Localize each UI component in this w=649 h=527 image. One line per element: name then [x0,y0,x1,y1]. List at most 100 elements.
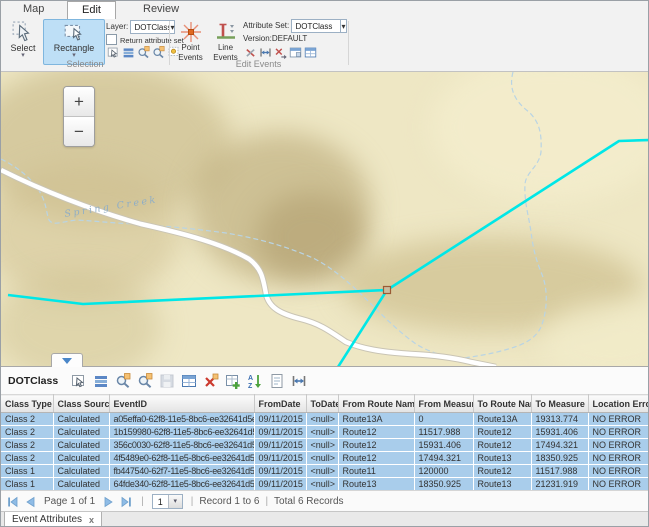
cell-class-type: Class 1 [1,478,53,491]
column-header[interactable]: To Route Name [473,395,531,413]
cell-from-route: Route12 [338,452,414,465]
pagination-bar: Page 1 of 1 | 1 ▾ | Record 1 to 6 | Tota… [1,490,649,512]
column-header[interactable]: To Measure [531,395,588,413]
measure-extent-icon[interactable] [291,373,307,389]
return-attribute-checkbox[interactable] [106,34,117,45]
column-header[interactable]: FromDate [254,395,306,413]
tab-map[interactable]: Map [9,1,58,17]
page-number-combobox[interactable]: 1 ▾ [152,494,183,509]
cell-to-date: <null> [306,426,338,439]
panel-title: DOTClass [8,375,58,387]
cell-from-route: Route11 [338,465,414,478]
zoom-in-button[interactable]: + [64,87,94,117]
zoom-to-record-icon[interactable] [115,373,131,389]
table-row[interactable]: Class 2 Calculated 4f5489e0-62f8-11e5-8b… [1,452,649,465]
cell-event-id: 4f5489e0-62f8-11e5-8bc6-ee32641d5ec9 [109,452,254,465]
add-record-icon[interactable] [225,373,241,389]
sort-records-icon[interactable] [247,373,263,389]
edit-events-mini-toolbar [244,46,317,59]
column-header[interactable]: Location Error [588,395,649,413]
attribute-set-field: Attribute Set: DOTClass ▾ [243,19,347,33]
table-view-icon[interactable] [181,373,197,389]
split-event-icon[interactable] [244,46,257,59]
save-edits-icon[interactable] [159,373,175,389]
total-records-text: Total 6 Records [274,496,343,507]
cell-event-id: fb447540-62f7-11e5-8bc6-ee32641d5ec9 [109,465,254,478]
cell-to-date: <null> [306,439,338,452]
column-header[interactable]: EventID [109,395,254,413]
cell-from-measure: 120000 [414,465,473,478]
last-page-icon[interactable] [120,496,132,508]
next-page-icon[interactable] [102,496,114,508]
cell-location-error: NO ERROR [588,465,649,478]
zoom-to-selection-icon[interactable] [137,46,150,59]
cell-from-date: 09/11/2015 [254,478,306,491]
event-panel-icon[interactable] [289,46,302,59]
layer-combobox[interactable]: DOTClass [130,20,170,34]
group-separator [348,21,349,65]
cell-class-source: Calculated [53,452,109,465]
table-row[interactable]: Class 2 Calculated a05effa0-62f8-11e5-8b… [1,413,649,426]
measure-range-icon[interactable] [259,46,272,59]
point-events-icon [179,21,203,43]
attribute-set-combobox[interactable]: DOTClass [291,19,341,33]
cell-event-id: a05effa0-62f8-11e5-8bc6-ee32641d5ec9 [109,413,254,426]
column-header[interactable]: Class Type [1,395,53,413]
zoom-out-button[interactable]: − [64,117,94,146]
cell-class-type: Class 2 [1,426,53,439]
attribute-set-dropdown-button[interactable]: ▾ [341,19,346,33]
select-records-icon[interactable] [71,373,87,389]
tab-event-attributes[interactable]: Event Attributes x [4,512,102,527]
first-page-icon[interactable] [7,496,19,508]
version-text: Version:DEFAULT [243,34,307,43]
selection-group: Select ▾ Rectangle ▾ Layer: DOTClass ▾ R… [3,18,167,70]
delete-record-icon[interactable] [203,373,219,389]
cell-to-route: Route13 [473,452,531,465]
map-zoom-control: + − [63,86,95,147]
pan-to-record-icon[interactable] [137,373,153,389]
page-number-value: 1 [153,497,168,507]
cell-to-measure: 21231.919 [531,478,588,491]
cell-class-source: Calculated [53,439,109,452]
table-row[interactable]: Class 1 Calculated fb447540-62f7-11e5-8b… [1,465,649,478]
pan-to-selection-icon[interactable] [152,46,165,59]
table-row[interactable]: Class 2 Calculated 1b159980-62f8-11e5-8b… [1,426,649,439]
selection-list-icon[interactable] [122,46,135,59]
panel-collapse-button[interactable] [51,353,83,367]
cell-event-id: 356c0030-62f8-11e5-8bc6-ee32641d5ec9 [109,439,254,452]
table-row[interactable]: Class 1 Calculated 64fde340-62f8-11e5-8b… [1,478,649,491]
column-header[interactable]: From Measure [414,395,473,413]
separator: | [191,496,194,507]
cell-to-date: <null> [306,413,338,426]
snap-event-icon[interactable] [274,46,287,59]
select-features-icon[interactable] [107,46,120,59]
route-event-line-west [8,290,387,304]
tab-review[interactable]: Review [129,1,193,17]
table-row[interactable]: Class 2 Calculated 356c0030-62f8-11e5-8b… [1,439,649,452]
route-event-line-south [338,290,387,366]
tab-edit[interactable]: Edit [67,1,116,19]
attribute-set-label: Attribute Set: [243,21,289,30]
notes-page-icon[interactable] [269,373,285,389]
attribute-list-icon[interactable] [93,373,109,389]
page-dropdown-button[interactable]: ▾ [168,495,182,508]
cell-from-measure: 15931.406 [414,439,473,452]
selection-group-label: Selection [3,59,167,69]
cell-class-type: Class 1 [1,465,53,478]
close-tab-icon[interactable]: x [89,515,94,525]
cell-from-route: Route13A [338,413,414,426]
column-header[interactable]: From Route Name [338,395,414,413]
cell-from-date: 09/11/2015 [254,413,306,426]
cell-from-date: 09/11/2015 [254,452,306,465]
cell-location-error: NO ERROR [588,439,649,452]
event-table-icon[interactable] [304,46,317,59]
creek-line [1,159,453,358]
column-header[interactable]: Class Source [53,395,109,413]
event-table-body: Class 2 Calculated a05effa0-62f8-11e5-8b… [1,413,649,491]
cell-to-route: Route13A [473,413,531,426]
column-header[interactable]: ToDate [306,395,338,413]
cell-from-measure: 0 [414,413,473,426]
previous-page-icon[interactable] [25,496,37,508]
cell-to-date: <null> [306,478,338,491]
map-canvas[interactable]: Spring Creek + − [1,72,649,366]
